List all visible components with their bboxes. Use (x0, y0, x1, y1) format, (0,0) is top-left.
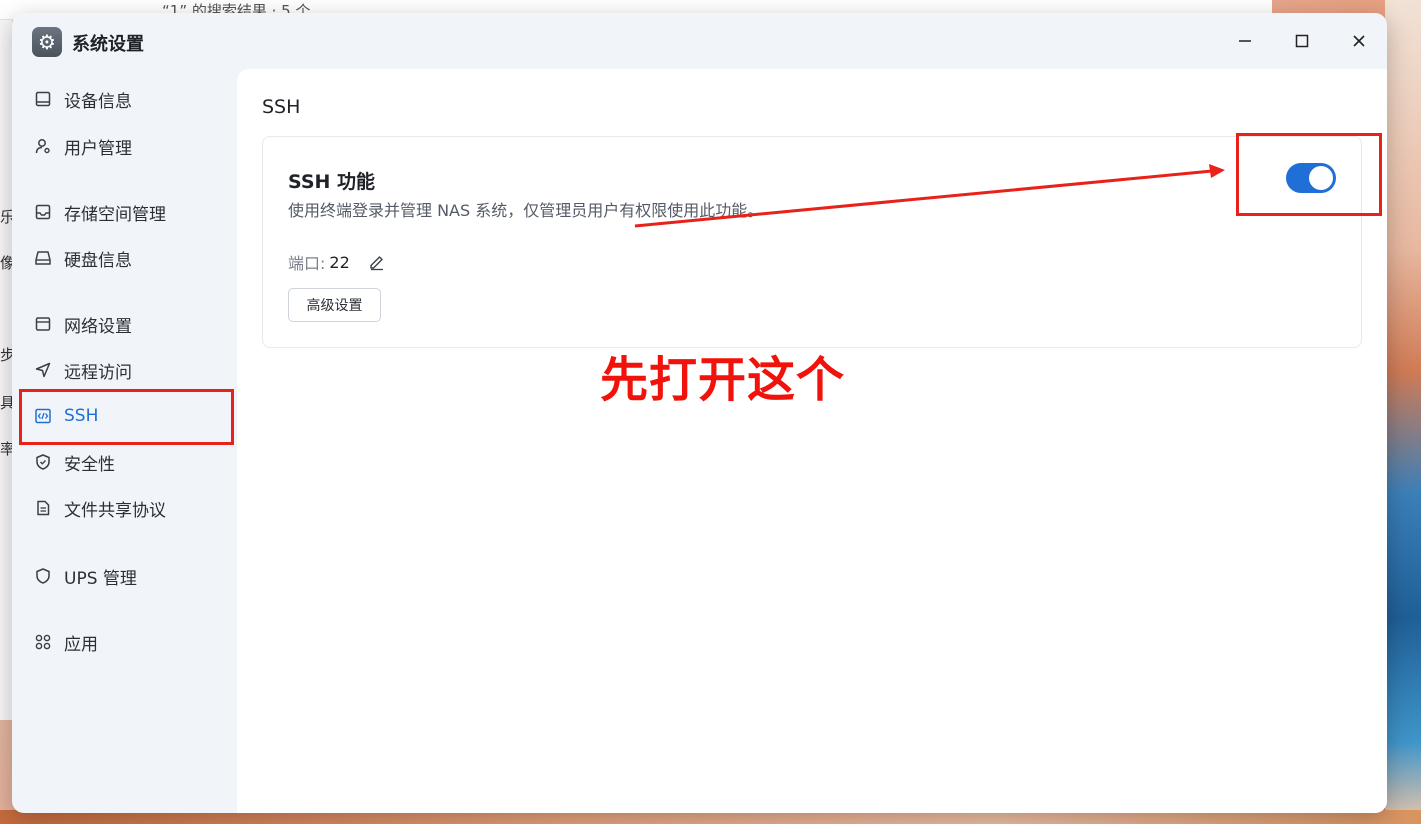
sidebar-item-file-sharing[interactable]: 文件共享协议 (20, 486, 232, 530)
sidebar-item-user-management[interactable]: 用户管理 (20, 124, 232, 168)
port-row: 端口: 22 (288, 250, 386, 274)
maximize-button[interactable] (1273, 13, 1330, 69)
annotation-text: 先打开这个 (600, 352, 846, 408)
sidebar-item-ups[interactable]: UPS 管理 (20, 554, 232, 598)
window-controls (1216, 13, 1387, 69)
background-search-text: “1” 的搜索结果 · 5 个 (162, 2, 311, 14)
sidebar-item-label: 硬盘信息 (64, 250, 132, 271)
apps-icon (34, 633, 52, 651)
close-button[interactable] (1330, 13, 1387, 69)
sidebar-item-network[interactable]: 网络设置 (20, 302, 232, 346)
window-title: 系统设置 (72, 34, 144, 55)
sidebar-item-apps[interactable]: 应用 (20, 620, 232, 664)
titlebar: ⚙ 系统设置 (12, 13, 1387, 69)
maximize-icon (1295, 34, 1308, 48)
card-title: SSH 功能 (288, 171, 376, 193)
minimize-button[interactable] (1216, 13, 1273, 69)
user-gear-icon (34, 137, 52, 155)
background-left-strip (0, 20, 12, 720)
sidebar-item-device-info[interactable]: 设备信息 (20, 77, 232, 121)
sidebar-item-label: 文件共享协议 (64, 500, 166, 521)
toggle-highlight-box (1236, 133, 1382, 216)
sidebar-item-label: 设备信息 (64, 91, 132, 112)
edit-icon[interactable] (368, 253, 386, 271)
sidebar-item-security[interactable]: 安全性 (20, 440, 232, 484)
disk-icon (34, 249, 52, 267)
background-char: 步 (0, 346, 12, 364)
background-char: 乐 (0, 208, 12, 226)
background-char: 像 (0, 254, 12, 272)
monitor-icon (34, 90, 52, 108)
sidebar-item-label: 存储空间管理 (64, 204, 166, 225)
card-description: 使用终端登录并管理 NAS 系统，仅管理员用户有权限使用此功能。 (288, 201, 764, 220)
sidebar-item-label: 安全性 (64, 454, 115, 475)
sidebar-item-label: UPS 管理 (64, 568, 137, 589)
network-icon (34, 315, 52, 333)
sidebar-item-label: 用户管理 (64, 138, 132, 159)
close-icon (1352, 35, 1365, 47)
storage-icon (34, 203, 52, 221)
port-label: 端口: (288, 254, 326, 273)
shield-icon (34, 567, 52, 585)
document-icon (34, 499, 52, 517)
page-title: SSH (262, 96, 301, 118)
gear-icon: ⚙ (32, 27, 62, 57)
sidebar-item-storage[interactable]: 存储空间管理 (20, 190, 232, 234)
minimize-icon (1238, 40, 1251, 42)
sidebar-item-label: 网络设置 (64, 316, 132, 337)
sidebar-item-label: 应用 (64, 634, 98, 655)
ssh-nav-highlight-box (19, 389, 234, 445)
desktop-wallpaper (1385, 0, 1421, 824)
advanced-settings-button[interactable]: 高级设置 (288, 288, 381, 322)
content-panel: SSH SSH 功能 使用终端登录并管理 NAS 系统，仅管理员用户有权限使用此… (237, 69, 1387, 813)
sidebar-item-remote-access[interactable]: 远程访问 (20, 348, 232, 392)
background-char: 率 (0, 440, 12, 458)
shield-check-icon (34, 453, 52, 471)
send-icon (34, 361, 52, 379)
port-value: 22 (329, 252, 350, 272)
background-char: 具 (0, 394, 12, 412)
sidebar-item-label: 远程访问 (64, 362, 132, 383)
sidebar-item-disk-info[interactable]: 硬盘信息 (20, 236, 232, 280)
ssh-card: SSH 功能 使用终端登录并管理 NAS 系统，仅管理员用户有权限使用此功能。 … (262, 136, 1362, 348)
